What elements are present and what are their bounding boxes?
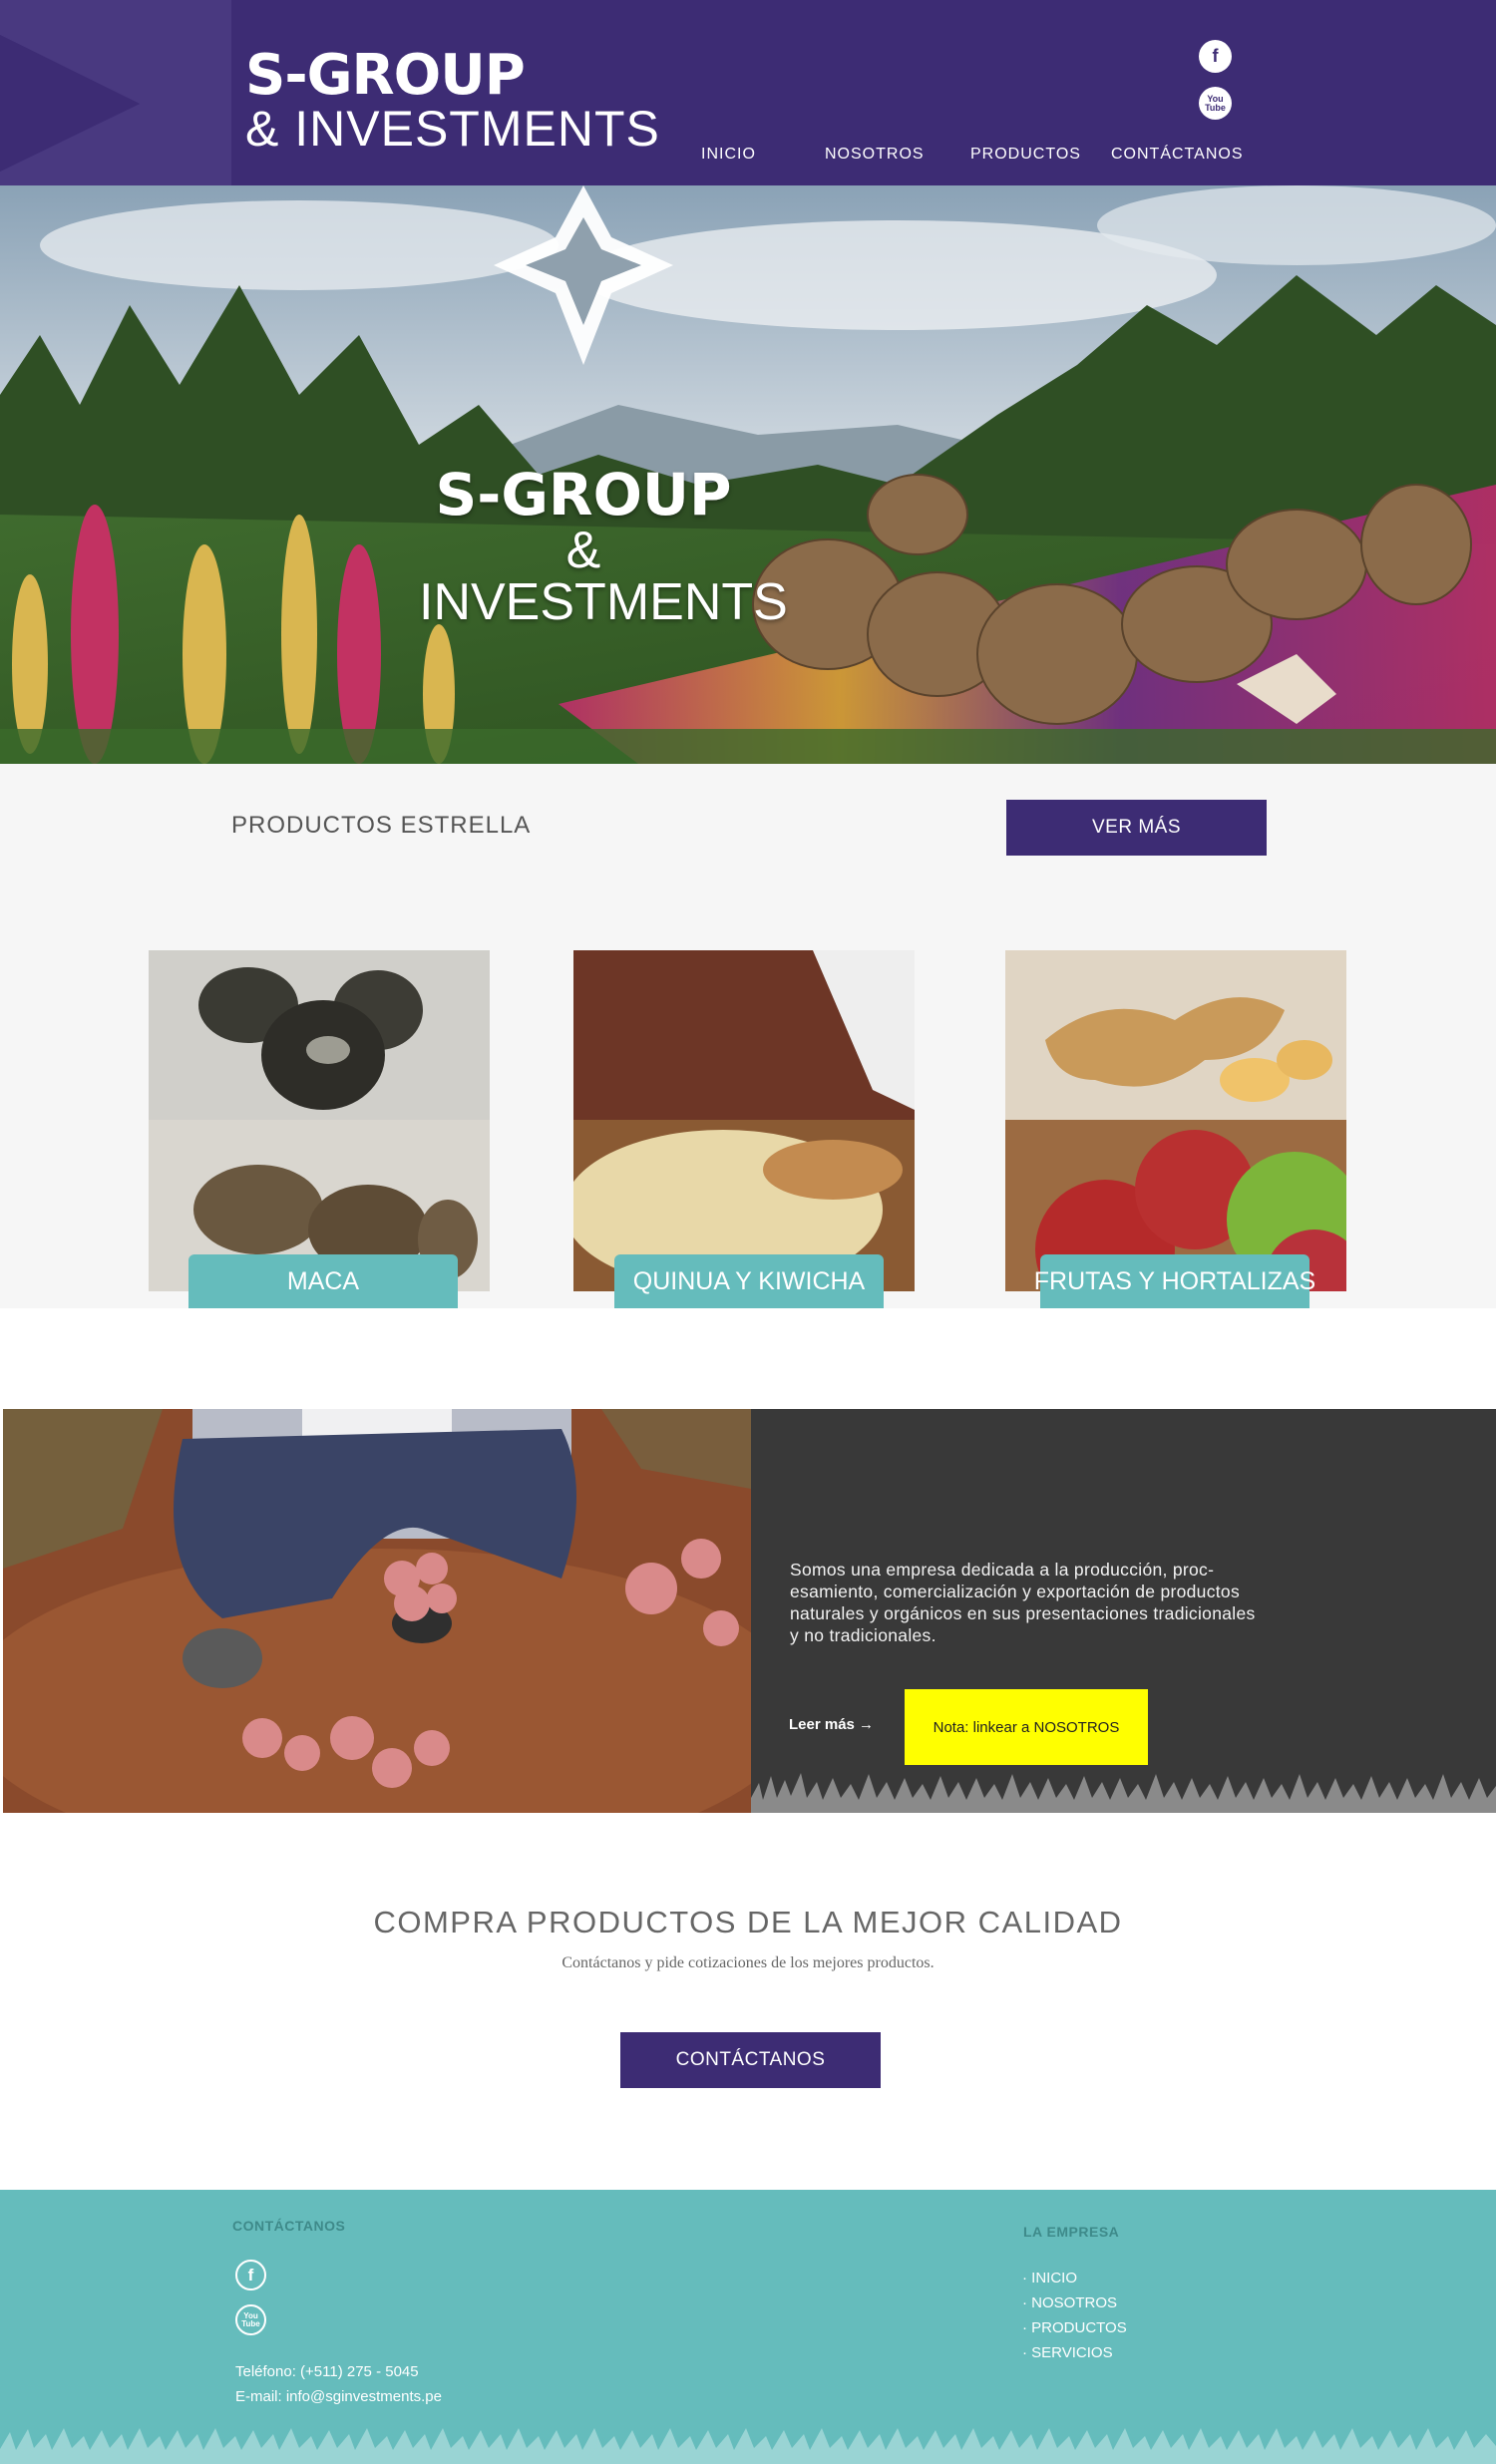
maca-image	[149, 950, 490, 1291]
grass-decoration	[751, 1773, 1496, 1813]
footer-contact-heading: CONTÁCTANOS	[232, 2218, 346, 2234]
footer-grass-decoration	[0, 2428, 1496, 2464]
section-title: PRODUCTOS ESTRELLA	[231, 812, 532, 839]
quinua-image	[573, 950, 915, 1291]
about-panel: Somos una empresa dedicada a la producci…	[751, 1409, 1496, 1813]
contactanos-button[interactable]: CONTÁCTANOS	[620, 2032, 881, 2088]
site-header: S-GROUP & INVESTMENTS f You Tube INICIO …	[0, 0, 1496, 185]
footer-link-productos[interactable]: · PRODUCTOS	[1022, 2315, 1127, 2340]
header-social-links: f You Tube	[1199, 40, 1232, 120]
footer-link-nosotros[interactable]: · NOSOTROS	[1022, 2290, 1127, 2315]
nav-item-inicio[interactable]: INICIO	[701, 146, 756, 164]
cta-subtitle: Contáctanos y pide cotizaciones de los m…	[561, 1954, 935, 1971]
footer-link-inicio[interactable]: · INICIO	[1022, 2266, 1127, 2290]
site-logo[interactable]: S-GROUP & INVESTMENTS	[245, 43, 660, 157]
product-card-quinua[interactable]	[573, 950, 915, 1291]
nav-item-nosotros[interactable]: NOSOTROS	[825, 146, 925, 164]
main-nav: INICIO NOSOTROS PRODUCTOS CONTÁCTANOS	[678, 146, 1242, 166]
logo-line2: & INVESTMENTS	[245, 101, 660, 157]
footer-company-heading: LA EMPRESA	[1023, 2224, 1120, 2240]
footer-contact-info: Teléfono: (+511) 275 - 5045 E-mail: info…	[235, 2359, 442, 2409]
footer-social-links: f You Tube	[235, 2260, 266, 2335]
facebook-icon[interactable]: f	[1199, 40, 1232, 73]
logo-line1: S-GROUP	[245, 43, 526, 108]
product-label-frutas[interactable]: FRUTAS Y HORTALIZAS	[1034, 1254, 1315, 1308]
footer-phone: Teléfono: (+511) 275 - 5045	[235, 2363, 419, 2380]
product-label-quinua[interactable]: QUINUA Y KIWICHA	[614, 1254, 884, 1308]
farmer-harvest-image	[3, 1409, 751, 1813]
hero-landscape-image	[0, 185, 1496, 764]
footer-facebook-icon[interactable]: f	[235, 2260, 266, 2290]
hero-logo-text: S-GROUP & INVESTMENTS	[419, 461, 788, 631]
footer-links: · INICIO · NOSOTROS · PRODUCTOS · SERVIC…	[1022, 2266, 1127, 2365]
featured-products-section: PRODUCTOS ESTRELLA VER MÁS MACA QUINUA Y…	[0, 764, 1496, 1308]
about-description: Somos una empresa dedicada a la producci…	[790, 1560, 1256, 1645]
about-farmer-image	[3, 1409, 751, 1813]
header-chevron-graphic	[0, 0, 231, 185]
product-card-maca[interactable]	[149, 950, 490, 1291]
nav-item-productos[interactable]: PRODUCTOS	[970, 146, 1081, 164]
footer-youtube-icon-line2: Tube	[241, 2318, 260, 2328]
product-card-frutas[interactable]	[1005, 950, 1346, 1291]
hero-banner: S-GROUP & INVESTMENTS	[0, 185, 1496, 764]
designer-note: Nota: linkear a NOSOTROS	[905, 1689, 1148, 1765]
footer-link-servicios[interactable]: · SERVICIOS	[1022, 2340, 1127, 2365]
leer-mas-link[interactable]: Leer más →	[789, 1716, 874, 1733]
cta-heading: COMPRA PRODUCTOS DE LA MEJOR CALIDAD	[373, 1905, 1123, 1939]
product-label-maca[interactable]: MACA	[188, 1254, 458, 1308]
hero-logo-line2: & INVESTMENTS	[419, 522, 788, 631]
nav-item-contactanos[interactable]: CONTÁCTANOS	[1111, 146, 1243, 164]
footer-email[interactable]: E-mail: info@sginvestments.pe	[235, 2384, 442, 2409]
youtube-icon[interactable]: You Tube	[1199, 87, 1232, 120]
hero-logo-line1: S-GROUP	[435, 461, 732, 528]
frutas-image	[1005, 950, 1346, 1291]
footer-youtube-icon[interactable]: You Tube	[235, 2304, 266, 2335]
ver-mas-button[interactable]: VER MÁS	[1006, 800, 1267, 856]
site-footer: CONTÁCTANOS f You Tube Teléfono: (+511) …	[0, 2190, 1496, 2464]
youtube-icon-line2: Tube	[1205, 102, 1226, 113]
